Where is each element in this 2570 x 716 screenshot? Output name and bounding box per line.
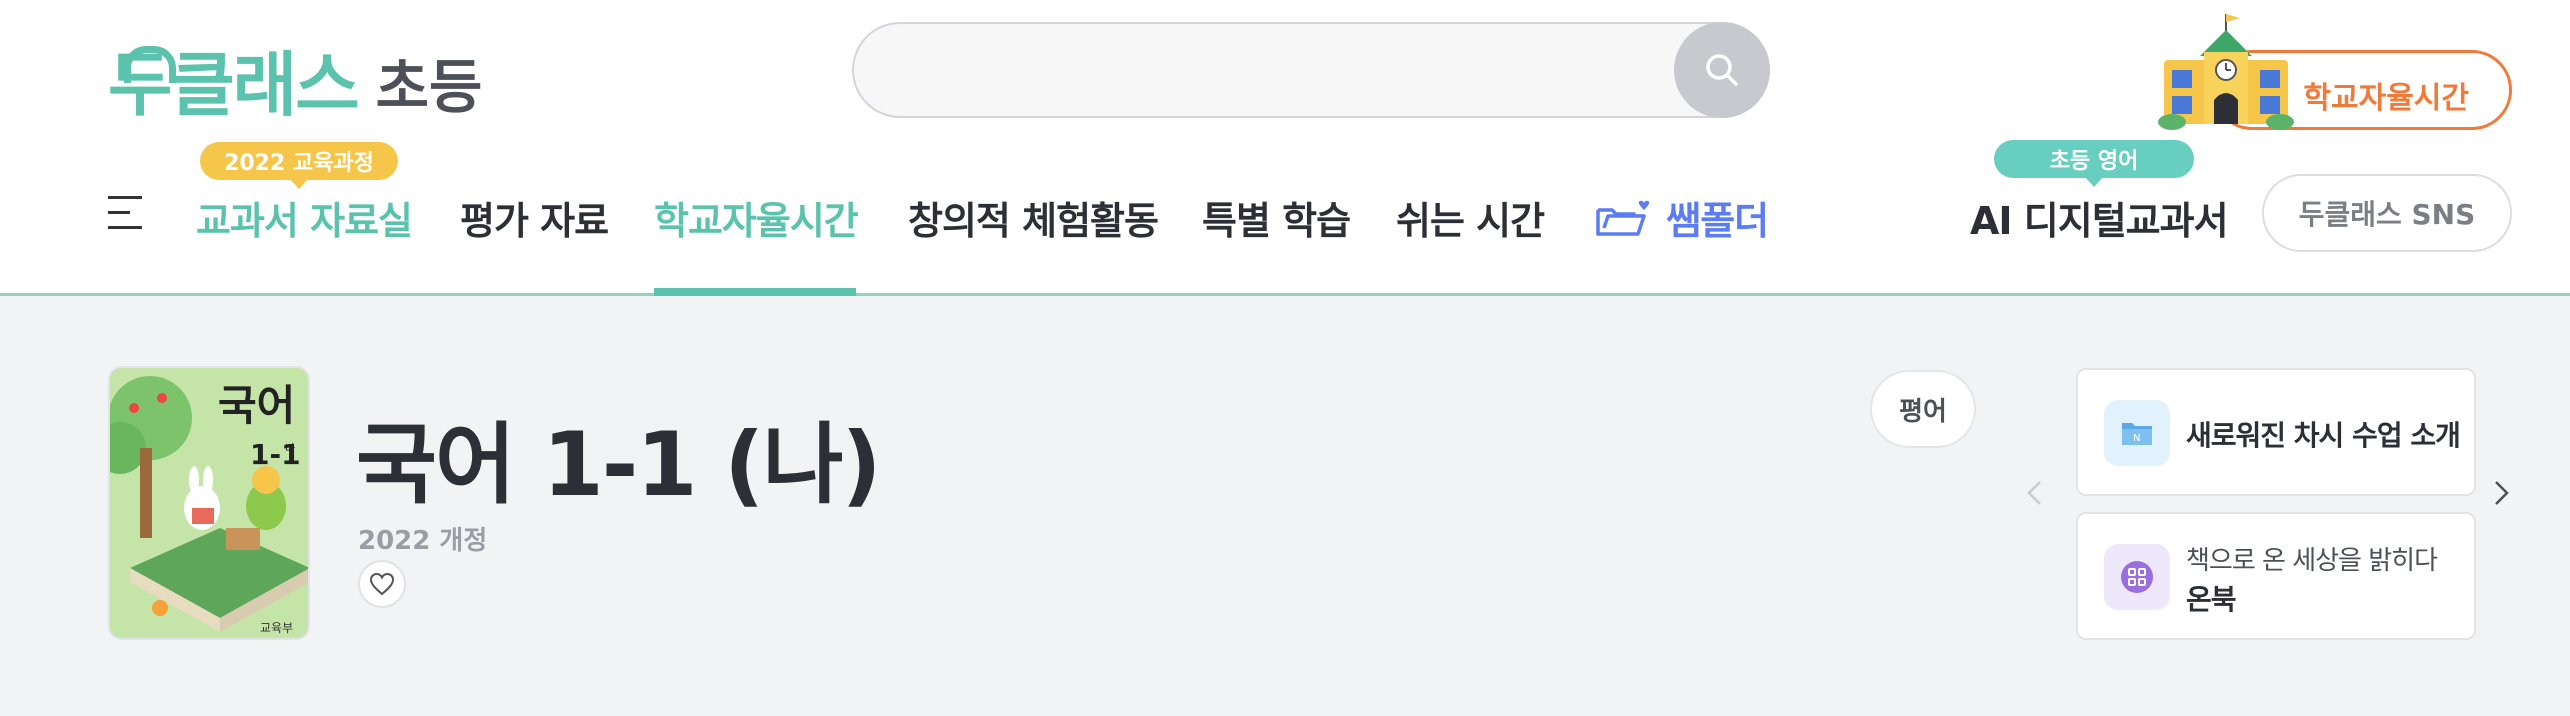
nav-item-break-time[interactable]: 쉬는 시간 [1396, 190, 1545, 245]
search-input[interactable] [890, 44, 1650, 98]
assessment-tag-button[interactable]: 평어 [1870, 370, 1976, 448]
nav-item-special-learning[interactable]: 특별 학습 [1202, 190, 1351, 245]
chevron-right-icon [2495, 481, 2509, 505]
school-time-link[interactable]: 학교자율시간 [2156, 12, 2512, 132]
heart-icon [369, 572, 395, 596]
chevron-left-icon [2027, 481, 2041, 505]
ai-textbook-badge: 초등 영어 [1994, 140, 2194, 187]
curriculum-badge: 2022 교육과정 [200, 142, 398, 189]
side-card-title: 온북 [2186, 583, 2237, 616]
side-card-subtitle: 책으로 온 세상을 밝히다 [2186, 546, 2438, 576]
textbook-info-section: 국어 1-1 나 교육부 국어 1-1 (나) 2022 개정 평어 N 새로워… [0, 296, 2570, 716]
cover-title: 국어 [218, 381, 295, 430]
carousel-prev-button[interactable] [2020, 478, 2050, 508]
textbook-cover-illustration: 국어 1-1 나 교육부 [110, 368, 308, 638]
folder-icon: N [2104, 400, 2170, 466]
svg-text:N: N [2133, 433, 2140, 444]
cover-volume: 나 [285, 442, 295, 455]
sns-button[interactable]: 두클래스 SNS [2262, 174, 2512, 252]
search-icon [1706, 54, 1738, 86]
nav-item-assessment[interactable]: 평가 자료 [460, 190, 609, 245]
cover-publisher: 교육부 [260, 621, 293, 635]
active-tab-underline [654, 288, 856, 296]
textbook-edition: 2022 개정 [358, 526, 488, 556]
onbook-icon [2104, 544, 2170, 610]
search-button[interactable] [1674, 22, 1770, 118]
teacher-folder-label: 쌤폴더 [1666, 199, 1769, 243]
nav-item-teacher-folder[interactable]: 쌤폴더 [1594, 190, 1769, 245]
search-box [852, 22, 1770, 118]
nav-item-creative-activities[interactable]: 창의적 체험활동 [908, 190, 1159, 245]
favorite-button[interactable] [358, 560, 406, 608]
hamburger-menu-icon[interactable] [108, 192, 148, 234]
side-card-new-lessons[interactable]: N 새로워진 차시 수업 소개 [2076, 368, 2476, 496]
side-card-onbook[interactable]: 책으로 온 세상을 밝히다 온북 [2076, 512, 2476, 640]
nav-item-school-time[interactable]: 학교자율시간 [654, 190, 859, 245]
logo-main-text: 두클래스 [108, 44, 360, 126]
school-time-label: 학교자율시간 [2303, 81, 2469, 116]
ai-textbook-link[interactable]: AI 디지털교과서 [1970, 190, 2229, 245]
textbook-cover-image: 국어 1-1 나 교육부 [108, 366, 310, 640]
site-header: 두클래스 초등 학교자율시간 2022 교육과정 교과서 자료실 평가 자료 학… [0, 0, 2570, 296]
textbook-title: 국어 1-1 (나) [356, 413, 882, 516]
nav-item-textbook-library[interactable]: 교과서 자료실 [196, 190, 413, 245]
site-logo[interactable]: 두클래스 초등 [108, 20, 482, 120]
school-building-icon [2158, 14, 2294, 130]
carousel-next-button[interactable] [2486, 478, 2516, 508]
logo-sub-text: 초등 [375, 53, 483, 121]
side-card-title: 새로워진 차시 수업 소개 [2186, 419, 2461, 452]
heart-folder-icon [1596, 200, 1650, 236]
